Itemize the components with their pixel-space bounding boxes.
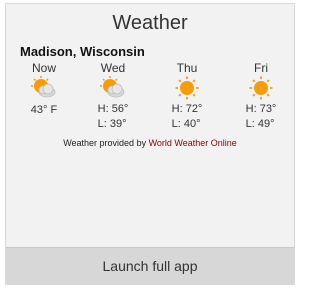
- weather-credit: Weather provided by World Weather Online: [6, 138, 294, 148]
- forecast-low: L: 40°: [171, 118, 201, 130]
- weather-widget: Weather Madison, Wisconsin Now 43° F Wed: [5, 3, 295, 285]
- forecast-day-label: Now: [31, 61, 56, 75]
- forecast-low: L: 49°: [245, 118, 275, 130]
- partly-cloudy-icon: [100, 76, 125, 98]
- forecast-wed: Wed H: 56° L: 39°: [83, 61, 143, 132]
- forecast-temp: 43° F: [30, 104, 58, 116]
- widget-title: Weather: [112, 12, 188, 34]
- forecast-low: L: 39°: [97, 118, 127, 130]
- partly-cloudy-icon: [31, 76, 56, 98]
- launch-full-app-button[interactable]: Launch full app: [6, 247, 294, 284]
- location-label: Madison, Wisconsin: [20, 44, 145, 59]
- forecast-fri: Fri H: 73° L: 49°: [231, 61, 291, 132]
- forecast-day-label: Thu: [176, 61, 198, 75]
- forecast-now: Now 43° F: [14, 61, 74, 118]
- forecast-thu: Thu H: 72° L: 40°: [157, 61, 217, 132]
- credit-text: Weather provided by: [63, 138, 147, 148]
- forecast-high: H: 72°: [171, 103, 203, 115]
- forecast-high: H: 56°: [97, 103, 129, 115]
- forecast-high: H: 73°: [245, 103, 277, 115]
- sun-icon: [249, 76, 273, 100]
- forecast-day-label: Wed: [100, 61, 126, 75]
- forecast-day-label: Fri: [254, 61, 268, 75]
- sun-icon: [175, 76, 199, 100]
- world-weather-online-link[interactable]: World Weather Online: [149, 138, 237, 148]
